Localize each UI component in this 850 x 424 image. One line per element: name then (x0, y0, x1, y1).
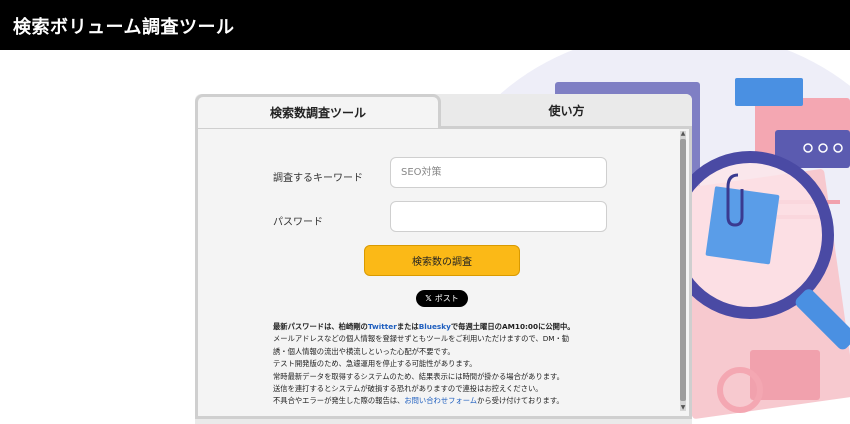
notes-line: 誘・個人情報の流出や横流しといった心配が不要です。 (273, 346, 455, 356)
scroll-up-arrow-icon[interactable]: ▲ (680, 131, 686, 137)
notes-line: 不具合やエラーが発生した際の報告は、お問い合わせフォームから受け付けております。 (273, 395, 613, 407)
tab-search-volume-tool[interactable]: 検索数調査ツール (195, 94, 441, 128)
contact-form-link[interactable]: お問い合わせフォーム (404, 396, 477, 405)
app-header: 検索ボリューム調査ツール (0, 0, 850, 50)
post-label: ポスト (434, 294, 459, 303)
notes-text-segment: または (396, 322, 419, 331)
notes-line: 常時最新データを取得するシステムのため、結果表示には時間が掛かる場合があります。 (273, 371, 564, 381)
password-label: パスワード (273, 217, 323, 228)
scrollbar[interactable]: ▲ ▼ (680, 131, 686, 411)
scroll-down-arrow-icon[interactable]: ▼ (680, 405, 686, 411)
notes-text: 最新パスワードは、柏崎剛のTwitterまたはBlueskyで毎週土曜日のAM1… (273, 321, 613, 408)
app-title: 検索ボリューム調査ツール (13, 17, 235, 38)
bluesky-link[interactable]: Bluesky (419, 322, 451, 331)
notes-text-segment: 不具合やエラーが発生した際の報告は、 (273, 396, 405, 406)
notes-line: メールアドレスなどの個人情報を登録せずともツールをご利用いただけますので、DM・… (273, 334, 570, 344)
tab-how-to-use[interactable]: 使い方 (441, 94, 692, 126)
search-volume-submit-button[interactable]: 検索数の調査 (364, 245, 520, 276)
tab-label: 検索数調査ツール (269, 106, 366, 120)
notes-line: テスト開発版のため、急遽運用を停止する可能性があります。 (273, 359, 477, 369)
x-logo-icon: 𝕏 (425, 294, 432, 303)
notes-text-segment: から受け付けております。 (477, 396, 564, 406)
notes-text-segment: 最新パスワードは、柏崎剛の (273, 322, 368, 331)
notes-text-segment: で毎週土曜日のAM10:00に公開中。 (450, 322, 575, 331)
tool-panel: 検索数調査ツール 使い方 ▲ ▼ 調査するキーワード パスワード 検索数の調査 … (195, 94, 692, 424)
notes-line: 最新パスワードは、柏崎剛のTwitterまたはBlueskyで毎週土曜日のAM1… (273, 321, 613, 333)
keyword-label: 調査するキーワード (273, 173, 363, 184)
keyword-input[interactable] (390, 157, 607, 188)
scroll-thumb[interactable] (680, 139, 686, 401)
twitter-link[interactable]: Twitter (368, 322, 397, 331)
notes-line: 送信を連打するとシステムが破損する恐れがありますので連投はお控えください。 (273, 384, 543, 394)
x-post-button[interactable]: 𝕏 ポスト (416, 290, 468, 307)
tab-label: 使い方 (548, 103, 585, 118)
password-input[interactable] (390, 201, 607, 232)
tab-content: ▲ ▼ 調査するキーワード パスワード 検索数の調査 𝕏 ポスト 最新パスワード… (195, 126, 692, 419)
